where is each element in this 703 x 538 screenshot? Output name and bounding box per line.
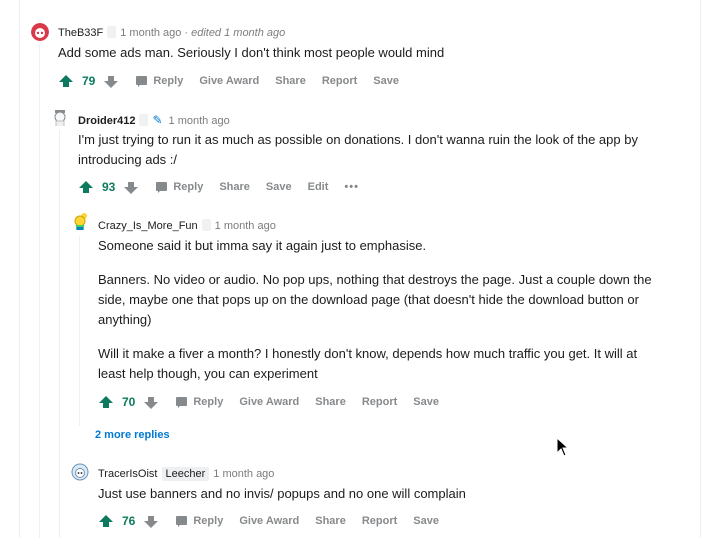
- upvote-icon[interactable]: [59, 74, 73, 87]
- flair-placeholder: [107, 26, 117, 38]
- report-button[interactable]: Report: [362, 396, 397, 408]
- reply-button[interactable]: Reply: [176, 515, 223, 527]
- reply-button[interactable]: Reply: [136, 75, 183, 87]
- flair-placeholder: [201, 219, 211, 231]
- comment-body: I'm just trying to run it as much as pos…: [78, 130, 663, 170]
- comment-meta: TheB33F 1 month ago · edited 1 month ago: [58, 26, 286, 39]
- vote-score: 79: [82, 74, 96, 88]
- timestamp[interactable]: 1 month ago: [213, 468, 274, 480]
- downvote-icon[interactable]: [144, 396, 159, 409]
- username[interactable]: Droider412: [78, 115, 135, 127]
- save-button[interactable]: Save: [413, 396, 439, 408]
- comment-meta: TracerIsOist Leecher 1 month ago: [98, 467, 274, 481]
- vote-score: 76: [122, 514, 136, 528]
- comment-actions: 76 Reply Give Award Share Report Save: [99, 511, 439, 531]
- downvote-icon[interactable]: [124, 181, 139, 194]
- edited-label: edited 1 month ago: [191, 27, 286, 39]
- give-award-button[interactable]: Give Award: [239, 515, 299, 527]
- comment-meta: Droider412 ✎ 1 month ago: [78, 113, 230, 127]
- pencil-icon: ✎: [152, 113, 163, 127]
- report-button[interactable]: Report: [322, 75, 357, 87]
- comment-actions: 93 Reply Share Save Edit •••: [79, 177, 359, 197]
- report-button[interactable]: Report: [362, 515, 397, 527]
- comment-body: Add some ads man. Seriously I don't thin…: [58, 43, 658, 63]
- share-button[interactable]: Share: [219, 181, 250, 193]
- comment-body: Someone said it but imma say it again ju…: [98, 236, 663, 384]
- vote-score: 70: [122, 395, 136, 409]
- comment-paragraph: Just use banners and no invis/ popups an…: [98, 486, 466, 501]
- comment-paragraph: I'm just trying to run it as much as pos…: [78, 132, 638, 167]
- timestamp[interactable]: 1 month ago: [215, 220, 276, 232]
- timestamp[interactable]: 1 month ago: [169, 115, 230, 127]
- reply-button[interactable]: Reply: [176, 396, 223, 408]
- comment-paragraph: Add some ads man. Seriously I don't thin…: [58, 45, 445, 60]
- comment-meta: Crazy_Is_More_Fun 1 month ago: [98, 219, 276, 232]
- reply-button[interactable]: Reply: [156, 181, 203, 193]
- comment-icon: [156, 181, 168, 193]
- avatar[interactable]: [71, 463, 89, 481]
- mouse-cursor-icon: [556, 437, 570, 457]
- comment-icon: [176, 396, 188, 408]
- upvote-icon[interactable]: [79, 180, 93, 193]
- edit-button[interactable]: Edit: [308, 181, 329, 193]
- thread-line-3[interactable]: [79, 236, 80, 426]
- give-award-button[interactable]: Give Award: [239, 396, 299, 408]
- upvote-icon[interactable]: [99, 514, 113, 527]
- share-button[interactable]: Share: [315, 396, 346, 408]
- username[interactable]: TracerIsOist: [98, 468, 158, 480]
- avatar[interactable]: [31, 23, 49, 41]
- comment-icon: [176, 515, 188, 527]
- comment-paragraph: Someone said it but imma say it again ju…: [98, 238, 427, 253]
- more-replies-link[interactable]: 2 more replies: [95, 429, 170, 441]
- share-button[interactable]: Share: [275, 75, 306, 87]
- vote-score: 93: [102, 180, 116, 194]
- comment-icon: [136, 75, 148, 87]
- comment-body: Just use banners and no invis/ popups an…: [98, 484, 663, 504]
- comment-paragraph: Will it make a fiver a month? I honestly…: [98, 346, 638, 381]
- username[interactable]: TheB33F: [58, 27, 103, 39]
- comment-actions: 70 Reply Give Award Share Report Save: [99, 392, 439, 412]
- ellipsis-icon[interactable]: •••: [344, 181, 359, 193]
- avatar[interactable]: [51, 108, 69, 126]
- upvote-icon[interactable]: [99, 395, 113, 408]
- avatar[interactable]: [71, 212, 89, 230]
- user-flair: Leecher: [161, 467, 210, 481]
- share-button[interactable]: Share: [315, 515, 346, 527]
- thread-line-2[interactable]: [59, 130, 60, 538]
- downvote-icon[interactable]: [144, 515, 159, 528]
- thread-line-1[interactable]: [39, 45, 40, 538]
- timestamp[interactable]: 1 month ago: [120, 27, 181, 39]
- save-button[interactable]: Save: [266, 181, 292, 193]
- username[interactable]: Crazy_Is_More_Fun: [98, 220, 198, 232]
- flair-placeholder: [139, 114, 149, 126]
- downvote-icon[interactable]: [104, 75, 119, 88]
- save-button[interactable]: Save: [413, 515, 439, 527]
- comment-actions: 79 Reply Give Award Share Report Save: [59, 71, 399, 91]
- comment-paragraph: Banners. No video or audio. No pop ups, …: [98, 272, 652, 327]
- save-button[interactable]: Save: [373, 75, 399, 87]
- give-award-button[interactable]: Give Award: [199, 75, 259, 87]
